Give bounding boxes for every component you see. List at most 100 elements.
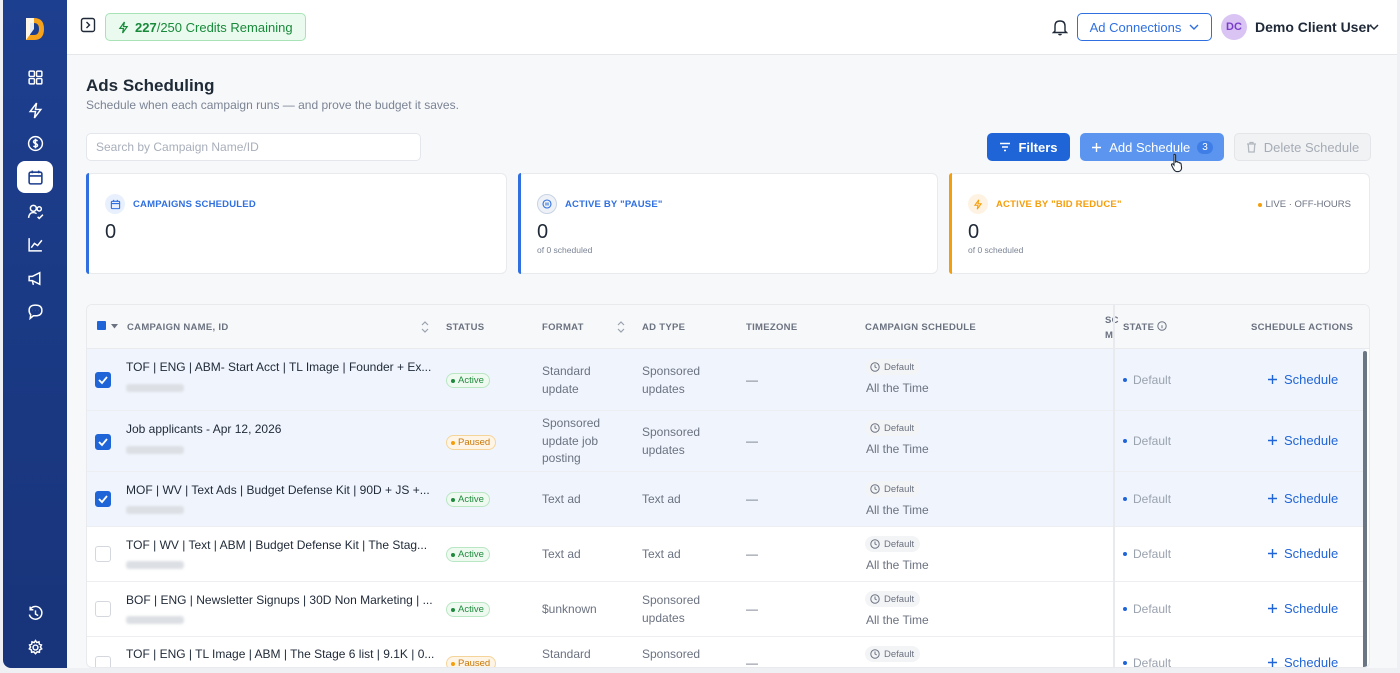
format-line: update xyxy=(542,381,579,396)
row-checkbox[interactable] xyxy=(95,656,111,667)
schedule-default-badge: Default xyxy=(865,646,921,662)
nav-audience-icon[interactable] xyxy=(17,195,53,227)
sidebar-toggle-icon[interactable] xyxy=(80,17,96,33)
select-all-chevron-icon[interactable] xyxy=(111,324,118,329)
plus-icon xyxy=(1268,494,1277,503)
app-logo[interactable] xyxy=(24,16,46,42)
row-checkbox[interactable] xyxy=(95,372,111,388)
th-schedule-mode-top: SC xyxy=(1105,315,1119,326)
table-row[interactable]: MOF | WV | Text Ads | Budget Defense Kit… xyxy=(87,472,1365,527)
schedule-action-button[interactable]: Schedule xyxy=(1267,601,1338,616)
select-all-checkbox[interactable] xyxy=(97,321,106,330)
th-format[interactable]: FORMAT xyxy=(542,322,584,333)
nav-lightning-icon[interactable] xyxy=(17,94,53,126)
ad-type-line: updates xyxy=(642,442,685,457)
sort-icon[interactable] xyxy=(617,321,625,333)
live-dot xyxy=(1258,202,1263,207)
clock-icon xyxy=(870,362,880,372)
campaign-name[interactable]: Job applicants - Apr 12, 2026 xyxy=(126,422,281,436)
state-cell: Default xyxy=(1123,656,1171,667)
campaign-search-input[interactable] xyxy=(86,133,421,161)
th-schedule-mode-bottom: M xyxy=(1105,330,1114,341)
nav-calendar-icon[interactable] xyxy=(17,161,53,193)
schedule-action-label: Schedule xyxy=(1284,655,1339,668)
campaign-name[interactable]: BOF | ENG | Newsletter Signups | 30D Non… xyxy=(126,593,433,607)
campaign-name[interactable]: TOF | WV | Text | ABM | Budget Defense K… xyxy=(126,538,427,552)
row-checkbox[interactable] xyxy=(95,491,111,507)
campaign-id-redacted xyxy=(126,616,184,624)
plus-icon xyxy=(1268,604,1277,613)
nav-dollar-icon[interactable] xyxy=(17,127,53,159)
notification-bell-icon[interactable] xyxy=(1052,18,1068,36)
campaign-name[interactable]: TOF | ENG | TL Image | ABM | The Stage 6… xyxy=(126,647,434,661)
ad-connections-dropdown[interactable]: Ad Connections xyxy=(1077,13,1212,41)
table-header: CAMPAIGN NAME, ID STATUS FORMAT AD TYPE … xyxy=(87,305,1369,349)
schedule-badge-text: Default xyxy=(884,538,915,550)
table-row[interactable]: BOF | ENG | Newsletter Signups | 30D Non… xyxy=(87,582,1365,637)
state-cell: Default xyxy=(1123,602,1171,616)
format-cell: $unknown xyxy=(542,602,597,616)
row-checkbox[interactable] xyxy=(95,601,111,617)
format-cell: Standard update xyxy=(542,363,591,398)
nav-history-icon[interactable] xyxy=(17,597,53,629)
schedule-action-button[interactable]: Schedule xyxy=(1267,655,1339,668)
nav-analytics-icon[interactable] xyxy=(17,228,53,260)
schedule-action-button[interactable]: Schedule xyxy=(1267,546,1338,561)
table-scrollbar[interactable] xyxy=(1363,351,1367,667)
user-name[interactable]: Demo Client User xyxy=(1255,19,1372,35)
table-row[interactable]: Job applicants - Apr 12, 2026 Paused Spo… xyxy=(87,411,1365,472)
timezone-cell: — xyxy=(746,656,758,668)
campaign-name[interactable]: MOF | WV | Text Ads | Budget Defense Kit… xyxy=(126,483,430,497)
state-text: Default xyxy=(1133,434,1172,448)
add-schedule-count: 3 xyxy=(1197,140,1213,154)
nav-chat-icon[interactable] xyxy=(17,295,53,327)
nav-settings-icon[interactable] xyxy=(17,631,53,663)
page-subtitle: Schedule when each campaign runs — and p… xyxy=(86,98,459,112)
format-line: Sponsored xyxy=(542,416,601,430)
table-row[interactable]: TOF | WV | Text | ABM | Budget Defense K… xyxy=(87,527,1365,582)
filters-label: Filters xyxy=(1018,139,1058,155)
nav-megaphone-icon[interactable] xyxy=(17,262,53,294)
status-badge: Active xyxy=(446,602,490,617)
campaigns-table: CAMPAIGN NAME, ID STATUS FORMAT AD TYPE … xyxy=(86,304,1370,668)
sidebar xyxy=(3,0,67,668)
state-text: Default xyxy=(1133,373,1172,387)
table-row[interactable]: TOF | ENG | TL Image | ABM | The Stage 6… xyxy=(87,637,1365,668)
card-label: CAMPAIGNS SCHEDULED xyxy=(133,199,256,210)
sort-icon[interactable] xyxy=(421,321,429,333)
th-state: STATE xyxy=(1123,322,1155,333)
row-checkbox[interactable] xyxy=(95,546,111,562)
table-row[interactable]: TOF | ENG | ABM- Start Acct | TL Image |… xyxy=(87,349,1365,411)
format-line: update job xyxy=(542,433,599,448)
lightning-icon xyxy=(968,194,988,214)
card-accent-bar xyxy=(949,173,952,274)
top-bar: 227/250 Credits Remaining Ad Connections… xyxy=(67,0,1397,55)
stat-card-active-pause: ACTIVE BY "PAUSE" 0 of 0 scheduled xyxy=(518,173,938,274)
add-schedule-button[interactable]: Add Schedule 3 xyxy=(1080,133,1224,161)
schedule-action-button[interactable]: Schedule xyxy=(1267,491,1338,506)
status-text: Paused xyxy=(458,658,491,668)
clock-icon xyxy=(870,594,880,604)
state-cell: Default xyxy=(1123,547,1171,561)
filters-button[interactable]: Filters xyxy=(987,133,1070,161)
card-accent-bar xyxy=(518,173,521,274)
row-checkbox[interactable] xyxy=(95,434,111,450)
clock-icon xyxy=(870,484,880,494)
nav-dashboard-icon[interactable] xyxy=(17,61,53,93)
live-indicator: LIVE · OFF-HOURS xyxy=(1258,199,1351,210)
info-icon[interactable] xyxy=(1157,321,1167,331)
schedule-action-button[interactable]: Schedule xyxy=(1267,372,1338,387)
schedule-time: All the Time xyxy=(866,503,929,517)
user-menu-chevron-icon[interactable] xyxy=(1369,22,1379,32)
campaign-name[interactable]: TOF | ENG | ABM- Start Acct | TL Image |… xyxy=(126,360,431,374)
plus-icon xyxy=(1268,658,1277,667)
schedule-action-button[interactable]: Schedule xyxy=(1267,433,1338,448)
stat-card-active-bid-reduce: ACTIVE BY "BID REDUCE" LIVE · OFF-HOURS … xyxy=(949,173,1370,274)
delete-schedule-button[interactable]: Delete Schedule xyxy=(1234,133,1371,161)
stat-card-campaigns-scheduled: CAMPAIGNS SCHEDULED 0 xyxy=(86,173,507,274)
schedule-time: All the Time xyxy=(866,381,929,395)
th-campaign-name[interactable]: CAMPAIGN NAME, ID xyxy=(127,322,229,333)
schedule-time: All the Time xyxy=(866,442,929,456)
user-avatar[interactable]: DC xyxy=(1221,14,1247,40)
format-line: posting xyxy=(542,451,581,465)
